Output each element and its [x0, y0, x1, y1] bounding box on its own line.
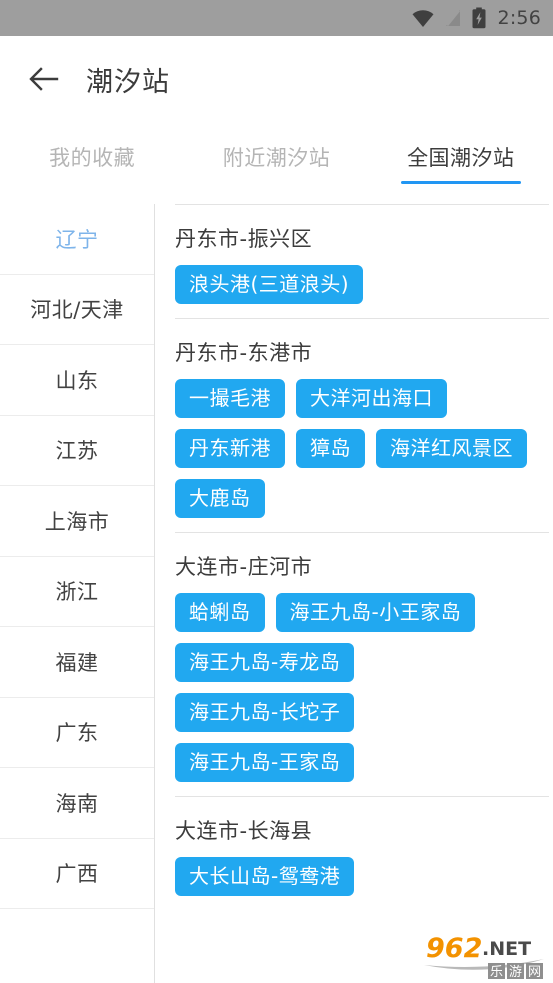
svg-text:乐: 乐 — [490, 965, 503, 980]
svg-text:962: 962 — [426, 933, 482, 964]
station-tag[interactable]: 海洋红风景区 — [376, 429, 527, 468]
sidebar-item-province[interactable]: 福建 — [0, 627, 154, 698]
app-bar: 潮汐站 — [0, 36, 553, 122]
station-tag[interactable]: 浪头港(三道浪头) — [175, 265, 364, 304]
station-tag-list: 蛤蜊岛 海王九岛-小王家岛海王九岛-寿龙岛 海王九岛-长坨子 海王九岛-王家岛 — [155, 593, 553, 796]
sidebar-item-label: 海南 — [55, 791, 99, 816]
svg-text:网: 网 — [528, 965, 541, 980]
station-tag[interactable]: 海王九岛-王家岛 — [175, 743, 355, 782]
sidebar-item-province[interactable]: 上海市 — [0, 486, 154, 557]
group-title: 丹东市-东港市 — [175, 341, 313, 365]
sidebar-item-label: 河北/天津 — [30, 298, 124, 323]
content-area: 辽宁河北/天津山东江苏上海市浙江福建广东海南广西 丹东市-振兴区浪头港(三道浪头… — [0, 204, 553, 983]
province-sidebar[interactable]: 辽宁河北/天津山东江苏上海市浙江福建广东海南广西 — [0, 204, 155, 983]
group-title: 大连市-庄河市 — [175, 555, 313, 579]
station-group: 丹东市-东港市一撮毛港 大洋河出海口 丹东新港 獐岛 海洋红风景区大鹿岛 — [155, 318, 553, 532]
station-tag[interactable]: 大鹿岛 — [175, 479, 265, 518]
tide-station-screen: 2:56 潮汐站 我的收藏 附近潮汐站 全国潮汐站 辽宁河北/天津山东江苏上海市… — [0, 0, 553, 983]
sidebar-item-province[interactable]: 辽宁 — [0, 204, 154, 275]
sidebar-item-label: 上海市 — [44, 509, 110, 534]
station-tag[interactable]: 獐岛 — [296, 429, 365, 468]
sidebar-item-label: 山东 — [55, 368, 99, 393]
tab-bar: 我的收藏 附近潮汐站 全国潮汐站 — [0, 122, 553, 204]
tab-national-stations[interactable]: 全国潮汐站 — [369, 122, 553, 204]
sidebar-item-label: 广东 — [55, 721, 99, 746]
sidebar-item-label: 福建 — [55, 650, 99, 675]
sidebar-item-label: 辽宁 — [55, 227, 99, 252]
tab-indicator — [32, 181, 152, 184]
station-tag[interactable]: 一撮毛港 — [175, 379, 285, 418]
tab-indicator — [400, 181, 521, 184]
group-title: 大连市-长海县 — [175, 819, 313, 843]
status-time: 2:56 — [497, 6, 541, 29]
station-tag[interactable]: 蛤蜊岛 — [175, 593, 265, 632]
station-tag-list: 大长山岛-鸳鸯港 — [155, 857, 553, 910]
station-tag[interactable]: 海王九岛-长坨子 — [175, 693, 355, 732]
battery-charging-icon — [471, 7, 487, 29]
sidebar-item-province[interactable]: 山东 — [0, 345, 154, 416]
status-bar: 2:56 — [0, 0, 553, 36]
tab-label: 我的收藏 — [49, 146, 136, 170]
station-tag[interactable]: 大长山岛-鸳鸯港 — [175, 857, 355, 896]
station-group: 丹东市-振兴区浪头港(三道浪头) — [155, 204, 553, 318]
station-list[interactable]: 丹东市-振兴区 浪头港(三道浪头) 丹东市-东港市 一撮毛港 大洋河出海口 丹东新港 獐岛海… — [155, 204, 553, 983]
station-tag[interactable]: 海王九岛-寿龙岛 — [175, 643, 355, 682]
sidebar-item-province[interactable]: 河北/天津 — [0, 275, 154, 345]
sidebar-item-label: 广西 — [55, 862, 99, 887]
station-tag[interactable]: 大洋河出海口 — [296, 379, 447, 418]
station-tag-list: 一撮毛港 大洋河出海口 丹东新港 獐岛 海洋红风景区大鹿岛 — [155, 379, 553, 532]
wifi-icon — [411, 8, 435, 28]
page-title: 潮汐站 — [86, 66, 170, 98]
station-tag[interactable]: 海王九岛-小王家岛 — [275, 593, 476, 632]
tab-indicator — [216, 181, 336, 184]
sidebar-item-province[interactable]: 江苏 — [0, 416, 154, 486]
sidebar-item-province[interactable]: 广西 — [0, 839, 154, 909]
svg-text:游: 游 — [509, 965, 522, 980]
group-title: 丹东市-振兴区 — [175, 227, 313, 251]
sidebar-item-province[interactable]: 广东 — [0, 698, 154, 768]
sidebar-item-label: 江苏 — [55, 439, 99, 464]
svg-text:.NET: .NET — [482, 938, 531, 960]
cellular-signal-icon — [444, 8, 462, 28]
station-group: 大连市-庄河市蛤蜊岛 海王九岛-小王家岛海王九岛-寿龙岛 海王九岛-长坨子 海王九岛-… — [155, 532, 553, 796]
tab-nearby-stations[interactable]: 附近潮汐站 — [184, 122, 368, 204]
back-arrow-icon[interactable] — [22, 57, 66, 101]
site-watermark: 962 .NET 乐 游 网 — [420, 925, 553, 983]
tab-my-favorites[interactable]: 我的收藏 — [0, 122, 184, 204]
station-tag[interactable]: 丹东新港 — [175, 429, 285, 468]
sidebar-item-province[interactable]: 海南 — [0, 768, 154, 839]
sidebar-item-province[interactable]: 浙江 — [0, 557, 154, 627]
station-tag-list: 浪头港(三道浪头) — [155, 265, 553, 318]
tab-label: 全国潮汐站 — [407, 146, 515, 170]
sidebar-item-label: 浙江 — [55, 580, 99, 605]
station-group: 大连市-长海县大长山岛-鸳鸯港 — [155, 796, 553, 910]
tab-label: 附近潮汐站 — [222, 146, 331, 170]
